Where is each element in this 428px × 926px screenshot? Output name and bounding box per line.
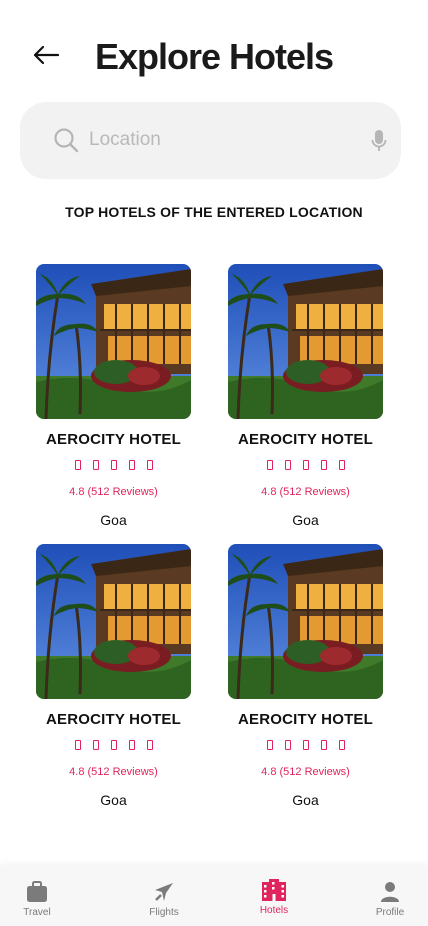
star-rating — [192, 459, 419, 473]
person-icon — [381, 882, 399, 902]
hotel-photo-illustration — [228, 264, 383, 419]
hotel-city: Goa — [292, 792, 319, 808]
star-icon — [320, 460, 327, 470]
nav-item-profile[interactable]: Profile — [350, 880, 428, 918]
star-rating — [192, 739, 419, 753]
microphone-icon[interactable] — [371, 129, 387, 153]
hotel-photo — [36, 264, 191, 419]
bottom-nav: Travel Flights Hotels Profile — [0, 866, 428, 926]
hotel-name: AEROCITY HOTEL — [237, 711, 374, 728]
rating-text: 4.8 (512 Reviews) — [261, 766, 350, 778]
rating-text: 4.8 (512 Reviews) — [261, 486, 350, 498]
hotel-card[interactable]: AEROCITY HOTEL 4.8 (512 Reviews) Goa — [192, 544, 383, 814]
nav-label: Profile — [375, 907, 405, 918]
page-title: Explore Hotels — [94, 36, 334, 77]
star-icon — [338, 740, 345, 750]
hotel-building-icon — [262, 879, 286, 901]
star-icon — [320, 740, 327, 750]
search-bar[interactable] — [20, 102, 401, 179]
star-icon — [266, 740, 273, 750]
star-icon — [146, 740, 153, 750]
hotel-photo-illustration — [228, 544, 383, 699]
hotel-card[interactable]: AEROCITY HOTEL 4.8 (512 Reviews) Goa — [0, 544, 191, 814]
nav-item-travel[interactable]: Travel — [0, 880, 77, 918]
search-icon — [54, 128, 79, 153]
star-icon — [338, 460, 345, 470]
star-icon — [74, 740, 81, 750]
star-icon — [92, 740, 99, 750]
hotel-photo-illustration — [36, 264, 191, 419]
star-icon — [92, 460, 99, 470]
star-icon — [302, 460, 309, 470]
header: Explore Hotels — [0, 0, 428, 110]
star-icon — [128, 460, 135, 470]
hotel-photo — [36, 544, 191, 699]
hotel-card[interactable]: AEROCITY HOTEL 4.8 (512 Reviews) Goa — [192, 264, 383, 534]
nav-label: Hotels — [259, 905, 289, 916]
star-icon — [284, 740, 291, 750]
hotel-card[interactable]: AEROCITY HOTEL 4.8 (512 Reviews) Goa — [0, 264, 191, 534]
star-icon — [110, 460, 117, 470]
airplane-icon — [155, 883, 173, 901]
hotel-photo-illustration — [36, 544, 191, 699]
star-icon — [266, 460, 273, 470]
nav-item-flights[interactable]: Flights — [124, 880, 204, 918]
hotel-city: Goa — [292, 512, 319, 528]
section-title: TOP HOTELS OF THE ENTERED LOCATION — [65, 204, 363, 220]
hotel-photo — [228, 264, 383, 419]
star-icon — [146, 460, 153, 470]
briefcase-icon — [27, 881, 47, 902]
star-icon — [110, 740, 117, 750]
location-search-input[interactable] — [89, 122, 369, 158]
star-icon — [128, 740, 135, 750]
star-icon — [302, 740, 309, 750]
nav-item-hotels[interactable]: Hotels — [234, 878, 314, 916]
hotel-name: AEROCITY HOTEL — [237, 431, 374, 448]
nav-label: Travel — [23, 907, 51, 918]
hotel-photo — [228, 544, 383, 699]
star-icon — [74, 460, 81, 470]
star-icon — [284, 460, 291, 470]
nav-label: Flights — [149, 907, 179, 918]
